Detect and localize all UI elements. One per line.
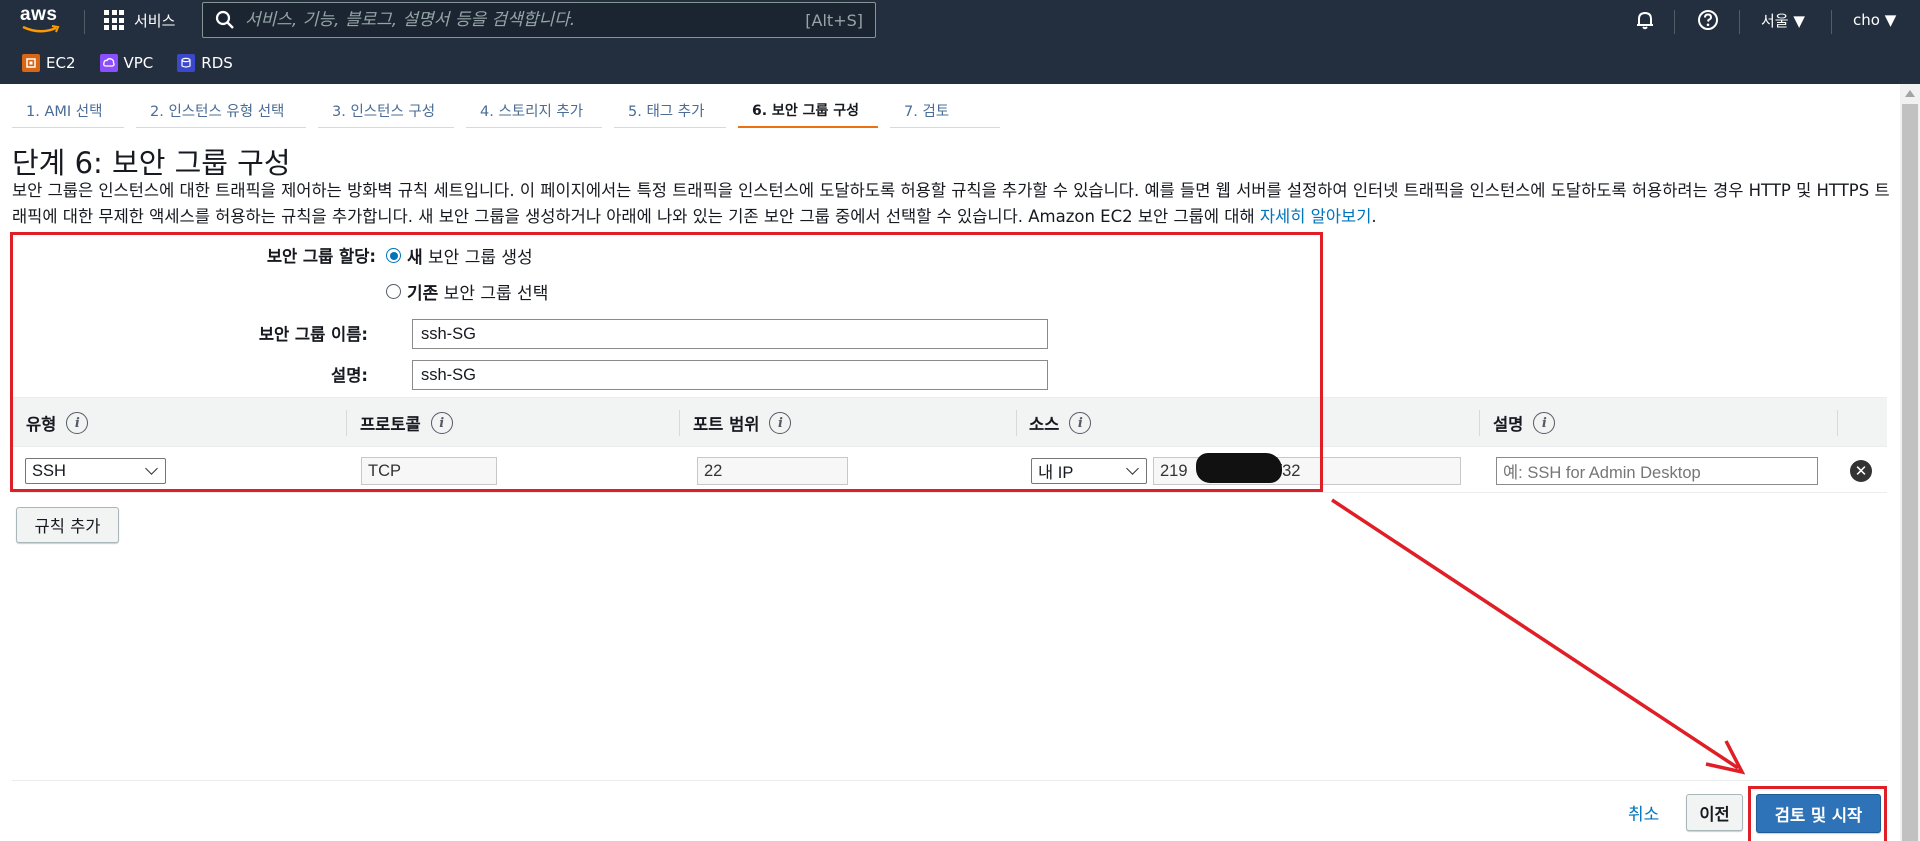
nav-divider	[1674, 10, 1675, 34]
aws-logo-text: aws	[20, 4, 58, 25]
nav-divider	[84, 10, 85, 34]
favorite-label: VPC	[123, 54, 154, 72]
tab-step-6[interactable]: 6. 보안 그룹 구성	[738, 96, 878, 128]
favorite-ec2[interactable]: EC2	[22, 54, 76, 72]
scrollbar-thumb[interactable]	[1902, 104, 1918, 841]
scroll-up-arrow-icon[interactable]	[1905, 90, 1915, 97]
favorites-bar: EC2 VPC RDS	[22, 54, 233, 72]
info-icon[interactable]: i	[1533, 412, 1556, 434]
region-selector[interactable]: 서울 ▼	[1761, 6, 1805, 34]
column-description: 설명 i	[1493, 398, 1556, 448]
tab-step-5[interactable]: 5. 태그 추가	[614, 96, 726, 128]
services-menu-button[interactable]: 서비스	[104, 6, 175, 34]
search-icon	[215, 10, 234, 29]
ec2-icon	[22, 54, 40, 72]
search-shortcut-hint: [Alt+S]	[805, 10, 863, 30]
annotation-highlight-box	[10, 232, 1323, 492]
region-label: 서울 ▼	[1761, 11, 1805, 30]
account-menu[interactable]: cho ▼	[1853, 6, 1896, 34]
aws-logo[interactable]: aws	[20, 4, 66, 36]
footer-divider	[12, 780, 1888, 781]
description-text: 보안 그룹은 인스턴스에 대한 트래픽을 제어하는 방화벽 규칙 세트입니다. …	[12, 181, 1890, 226]
tab-step-1[interactable]: 1. AMI 선택	[12, 96, 124, 128]
close-icon: ✕	[1854, 462, 1868, 480]
favorite-label: EC2	[46, 54, 76, 72]
help-button[interactable]	[1697, 6, 1723, 34]
vpc-icon	[99, 54, 118, 72]
page-title: 단계 6: 보안 그룹 구성	[12, 146, 291, 180]
favorite-vpc[interactable]: VPC	[99, 54, 154, 72]
nav-divider	[1739, 10, 1740, 34]
annotation-highlight-box	[1748, 786, 1887, 841]
previous-button[interactable]: 이전	[1686, 794, 1743, 831]
description-end: .	[1371, 207, 1377, 226]
rds-icon	[177, 54, 196, 72]
help-icon	[1698, 10, 1718, 30]
add-rule-button[interactable]: 규칙 추가	[16, 507, 119, 543]
user-label: cho ▼	[1853, 11, 1897, 29]
favorite-rds[interactable]: RDS	[177, 54, 233, 72]
learn-more-link[interactable]: 자세히 알아보기	[1260, 207, 1372, 226]
top-navigation-bar: aws 서비스 [Alt+S] 서	[0, 0, 1920, 84]
wizard-steps: 1. AMI 선택 2. 인스턴스 유형 선택 3. 인스턴스 구성 4. 스토…	[12, 96, 1012, 128]
bell-icon	[1637, 11, 1653, 30]
services-label: 서비스	[134, 11, 176, 30]
column-label: 설명	[1493, 415, 1524, 434]
cancel-link[interactable]: 취소	[1628, 800, 1659, 825]
page-description: 보안 그룹은 인스턴스에 대한 트래픽을 제어하는 방화벽 규칙 세트입니다. …	[12, 178, 1892, 230]
favorite-label: RDS	[201, 54, 233, 72]
rule-description-input[interactable]: 예: SSH for Admin Desktop	[1496, 457, 1818, 485]
search-input[interactable]	[245, 10, 806, 30]
nav-divider	[1831, 10, 1832, 34]
notifications-button[interactable]	[1634, 6, 1660, 34]
column-divider	[1479, 410, 1480, 436]
tab-step-3[interactable]: 3. 인스턴스 구성	[318, 96, 454, 128]
vertical-scrollbar[interactable]	[1900, 84, 1920, 841]
smile-arrow-icon	[22, 25, 60, 33]
tab-step-7[interactable]: 7. 검토	[890, 96, 1000, 128]
grid-icon	[104, 10, 124, 30]
tab-step-2[interactable]: 2. 인스턴스 유형 선택	[136, 96, 306, 128]
tab-step-4[interactable]: 4. 스토리지 추가	[466, 96, 602, 128]
column-divider	[1837, 410, 1838, 436]
remove-rule-button[interactable]: ✕	[1850, 460, 1872, 482]
rule-description-placeholder: 예: SSH for Admin Desktop	[1503, 464, 1701, 482]
search-bar[interactable]: [Alt+S]	[202, 2, 876, 38]
